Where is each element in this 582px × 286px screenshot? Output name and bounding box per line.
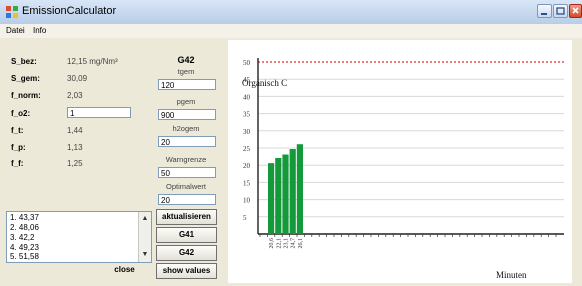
minimize-button[interactable] — [537, 4, 552, 18]
close-icon — [572, 7, 579, 14]
f-norm-value: 2,03 — [67, 91, 83, 100]
pgem-label: pgem — [176, 97, 196, 106]
f-f-label: f_f: — [11, 159, 24, 168]
h2ogem-input[interactable]: 20 — [158, 136, 216, 147]
maximize-button[interactable] — [553, 4, 568, 18]
list-item[interactable]: 3. 42,2 — [10, 233, 34, 242]
s-gem-label: S_gem: — [11, 74, 40, 83]
y-tick-label: 15 — [243, 179, 251, 187]
y-tick-label: 45 — [243, 76, 251, 84]
bar-value-label: 26,1 — [298, 238, 304, 249]
chart-panel: Organisch C Minuten 5 10 15 20 25 30 35 40 45 50 2… — [228, 40, 572, 283]
f-t-value: 1,44 — [67, 126, 83, 135]
values-listbox[interactable]: 1. 43,37 2. 48,06 3. 42,2 4. 49,23 5. 51… — [6, 211, 152, 263]
f-norm-label: f_norm: — [11, 91, 41, 100]
title-bar: EmissionCalculator — [0, 0, 582, 25]
list-item[interactable]: 2. 48,06 — [10, 223, 39, 232]
chevron-up-icon[interactable]: ▲ — [140, 214, 150, 224]
show-values-button[interactable]: show values — [156, 263, 217, 279]
tgem-label: tgem — [177, 67, 195, 76]
app-icon — [6, 6, 18, 18]
bar-value-label: 22,1 — [276, 238, 282, 249]
s-bez-value: 12,15 mg/Nm³ — [67, 57, 118, 66]
s-gem-value: 30,09 — [67, 74, 88, 83]
menu-bar: Datei Info — [0, 24, 582, 38]
f-f-value: 1,25 — [67, 159, 83, 168]
list-item[interactable]: 1. 43,37 — [10, 213, 39, 222]
y-tick-label: 5 — [243, 214, 247, 222]
optimalwert-input[interactable]: 20 — [158, 194, 216, 205]
close-button[interactable]: close — [97, 263, 152, 279]
y-tick-label: 20 — [243, 162, 251, 170]
tgem-input[interactable]: 120 — [158, 79, 216, 90]
settings-title: G42 — [177, 55, 195, 65]
pgem-input[interactable]: 900 — [158, 109, 216, 120]
chevron-down-icon[interactable]: ▼ — [140, 250, 150, 260]
list-item[interactable]: 4. 49,23 — [10, 243, 39, 252]
data-bar — [289, 149, 296, 234]
menu-info[interactable]: Info — [33, 26, 46, 35]
f-p-value: 1,13 — [67, 143, 83, 152]
emission-chart: Organisch C Minuten 51015202530354045502… — [242, 58, 564, 280]
close-window-button[interactable] — [569, 4, 582, 18]
minimize-icon — [541, 13, 547, 15]
warngrenze-input[interactable]: 50 — [158, 167, 216, 178]
bar-value-label: 23,1 — [284, 238, 290, 249]
list-item[interactable]: 5. 51,58 — [10, 252, 39, 261]
data-bar — [282, 154, 289, 234]
data-bar — [296, 144, 303, 234]
y-tick-label: 35 — [243, 111, 251, 119]
optimalwert-label: Optimalwert — [165, 182, 206, 191]
maximize-icon — [556, 7, 565, 15]
f-o2-input[interactable]: 1 — [67, 107, 131, 118]
data-bar — [275, 157, 282, 234]
y-tick-label: 25 — [243, 145, 251, 153]
menu-datei[interactable]: Datei — [6, 26, 25, 35]
g41-button[interactable]: G41 — [156, 227, 217, 243]
y-tick-label: 50 — [243, 59, 251, 67]
g42-button[interactable]: G42 — [156, 245, 217, 261]
f-t-label: f_t: — [11, 126, 24, 135]
window-title: EmissionCalculator — [22, 5, 117, 17]
warngrenze-label: Warngrenze — [165, 155, 207, 164]
f-p-label: f_p: — [11, 143, 26, 152]
aktualisieren-button[interactable]: aktualisieren — [156, 209, 217, 225]
f-o2-label: f_o2: — [11, 109, 31, 118]
y-tick-label: 10 — [243, 197, 251, 205]
data-bar — [268, 163, 275, 234]
bar-value-label: 24,7 — [291, 238, 297, 249]
bar-value-label: 20,6 — [269, 238, 275, 249]
s-bez-label: S_bez: — [11, 57, 37, 66]
y-tick-label: 40 — [243, 93, 251, 101]
h2ogem-label: h2ogem — [172, 124, 200, 133]
list-scrollbar[interactable]: ▲ ▼ — [138, 212, 151, 262]
x-axis-label: Minuten — [496, 270, 527, 280]
y-tick-label: 30 — [243, 128, 251, 136]
